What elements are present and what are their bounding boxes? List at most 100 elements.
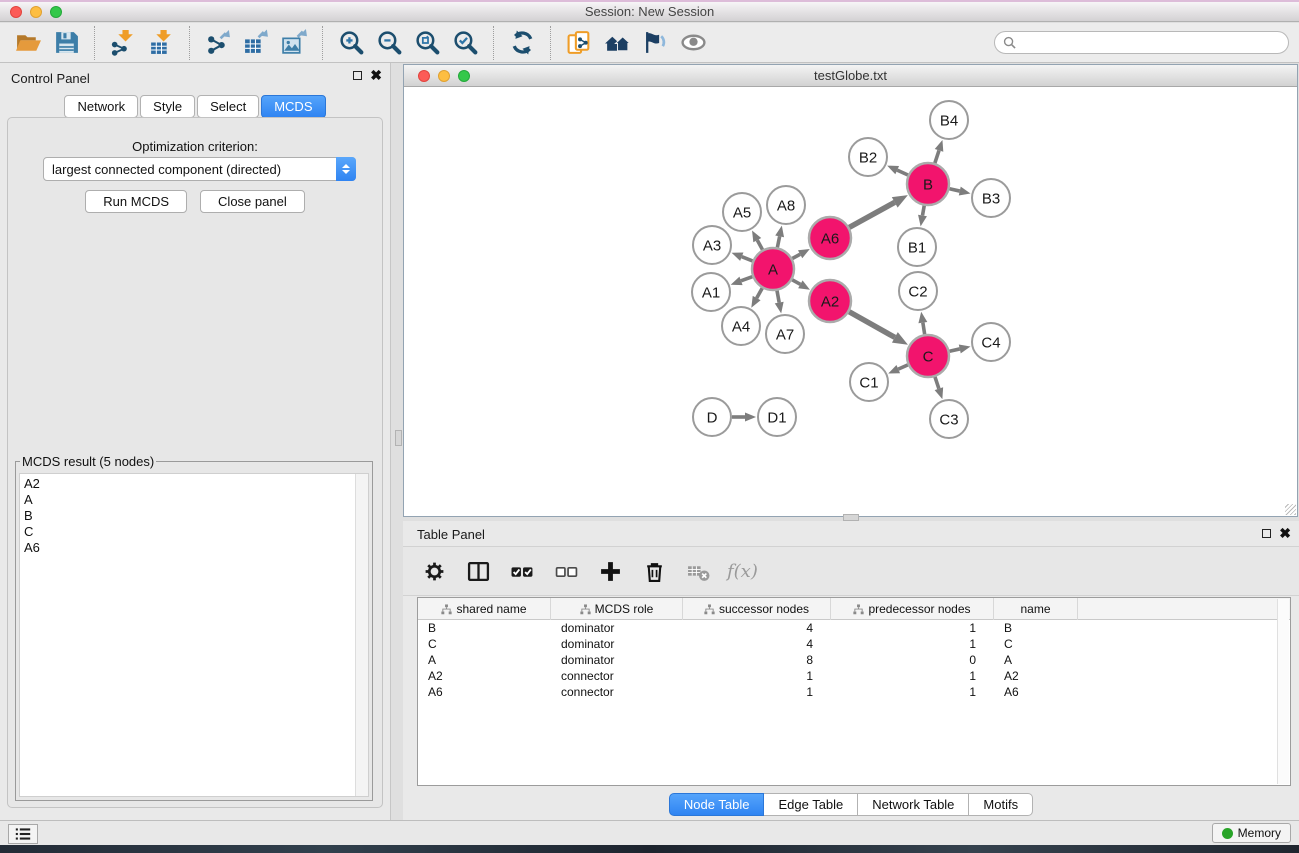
column-header-name[interactable]: name <box>994 598 1078 620</box>
graph-node-A5[interactable]: A5 <box>723 193 761 231</box>
birds-eye-view-button[interactable] <box>674 27 712 59</box>
graph-node-A3[interactable]: A3 <box>693 226 731 264</box>
import-table-button[interactable] <box>142 27 180 59</box>
task-history-button[interactable] <box>8 824 38 844</box>
graph-node-label: B2 <box>859 150 877 167</box>
graph-node-A1[interactable]: A1 <box>692 273 730 311</box>
zoom-out-button[interactable] <box>370 27 408 59</box>
graph-node-A6[interactable]: A6 <box>809 217 851 259</box>
network-window-titlebar[interactable]: testGlobe.txt <box>404 65 1297 87</box>
deselect-all-button[interactable] <box>547 553 585 589</box>
table-scrollbar[interactable] <box>1277 599 1289 784</box>
memory-button[interactable]: Memory <box>1212 823 1291 843</box>
graph-node-B4[interactable]: B4 <box>930 101 968 139</box>
gear-icon <box>423 560 446 583</box>
column-header-predecessor-nodes[interactable]: predecessor nodes <box>831 598 994 620</box>
graph-edge-B-B2 <box>887 166 908 175</box>
graph-node-A[interactable]: A <box>752 248 794 290</box>
close-panel-button[interactable]: Close panel <box>200 190 305 213</box>
table-row-a2[interactable]: A2connector11A2 <box>418 668 1290 684</box>
graph-node-D[interactable]: D <box>693 398 731 436</box>
float-table-panel-icon[interactable] <box>1262 529 1271 538</box>
graph-node-A4[interactable]: A4 <box>722 307 760 345</box>
graph-node-C2[interactable]: C2 <box>899 272 937 310</box>
graph-node-A7[interactable]: A7 <box>766 315 804 353</box>
graphics-details-button[interactable] <box>636 27 674 59</box>
import-network-button[interactable] <box>104 27 142 59</box>
table-row-c[interactable]: Cdominator41C <box>418 636 1290 652</box>
eye-icon <box>680 29 707 56</box>
session-group <box>0 26 94 60</box>
horizontal-splitter-handle[interactable] <box>843 514 859 521</box>
graph-node-C3[interactable]: C3 <box>930 400 968 438</box>
table-row-b[interactable]: Bdominator41B <box>418 620 1290 636</box>
tab-mcds[interactable]: MCDS <box>261 95 325 118</box>
result-scrollbar[interactable] <box>355 474 368 796</box>
search-box[interactable] <box>994 31 1289 54</box>
select-all-button[interactable] <box>503 553 541 589</box>
graph-node-A8[interactable]: A8 <box>767 186 805 224</box>
zoom-in-button[interactable] <box>332 27 370 59</box>
tab-node-table[interactable]: Node Table <box>669 793 765 816</box>
graph-node-C4[interactable]: C4 <box>972 323 1010 361</box>
graph-node-B[interactable]: B <box>907 163 949 205</box>
export-image-icon <box>281 29 308 56</box>
graph-edge-B-B1 <box>918 206 927 227</box>
graph-node-A2[interactable]: A2 <box>809 280 851 322</box>
tab-select[interactable]: Select <box>197 95 259 118</box>
cell-shared-name: C <box>418 636 551 652</box>
folder-open-icon <box>15 29 42 56</box>
graph-node-B1[interactable]: B1 <box>898 228 936 266</box>
copy-network-button[interactable] <box>560 27 598 59</box>
zoom-in-icon <box>338 29 365 56</box>
column-header-mcds-role[interactable]: MCDS role <box>551 598 683 620</box>
export-image-button[interactable] <box>275 27 313 59</box>
table-row-a6[interactable]: A6connector11A6 <box>418 684 1290 700</box>
search-input[interactable] <box>1021 36 1280 50</box>
table-options-button[interactable] <box>415 553 453 589</box>
network-canvas[interactable]: B4 B2 B B3 A8A5 A6 A3 B1 A C2 A1 A2 A4A7 C4 C C1 D D1 C3 <box>404 87 1297 515</box>
export-network-button[interactable] <box>199 27 237 59</box>
apply-layout-button[interactable] <box>503 27 541 59</box>
open-session-button[interactable] <box>9 27 47 59</box>
tab-network-table[interactable]: Network Table <box>858 793 969 816</box>
run-mcds-button[interactable]: Run MCDS <box>85 190 187 213</box>
vertical-splitter-handle[interactable] <box>395 430 402 446</box>
column-header-shared-name[interactable]: shared name <box>418 598 551 620</box>
show-columns-button[interactable] <box>459 553 497 589</box>
cell-name: C <box>994 636 1078 652</box>
graph-node-B2[interactable]: B2 <box>849 138 887 176</box>
resize-grip[interactable] <box>1285 504 1296 515</box>
zoom-fit-button[interactable] <box>408 27 446 59</box>
function-builder-button[interactable]: f(x) <box>723 561 758 582</box>
mcds-result-fieldset: MCDS result (5 nodes) A2ABCA6 <box>15 454 373 801</box>
graph-node-C1[interactable]: C1 <box>850 363 888 401</box>
float-panel-icon[interactable] <box>353 71 362 80</box>
add-column-button[interactable] <box>591 553 629 589</box>
cell-successor-nodes: 4 <box>683 620 831 636</box>
zoom-selected-button[interactable] <box>446 27 484 59</box>
tab-edge-table[interactable]: Edge Table <box>764 793 858 816</box>
zoom-group <box>322 26 493 60</box>
delete-table-button[interactable] <box>679 553 717 589</box>
table-row-a[interactable]: Adominator80A <box>418 652 1290 668</box>
graph-node-C[interactable]: C <box>907 335 949 377</box>
close-table-panel-icon[interactable]: ✖ <box>1279 528 1291 538</box>
tab-motifs[interactable]: Motifs <box>969 793 1033 816</box>
optimization-criterion-dropdown[interactable]: largest connected component (directed) <box>43 157 356 181</box>
tab-network[interactable]: Network <box>64 95 138 118</box>
dropdown-stepper-icon <box>336 157 356 181</box>
column-header-successor-nodes[interactable]: successor nodes <box>683 598 831 620</box>
cell-mcds-role: dominator <box>551 636 683 652</box>
save-session-button[interactable] <box>47 27 85 59</box>
delete-column-button[interactable] <box>635 553 673 589</box>
graph-node-label: C2 <box>908 284 927 301</box>
attribute-type-icon <box>853 604 864 615</box>
tab-style[interactable]: Style <box>140 95 195 118</box>
graph-node-D1[interactable]: D1 <box>758 398 796 436</box>
graph-node-B3[interactable]: B3 <box>972 179 1010 217</box>
attribute-type-icon <box>580 604 591 615</box>
export-table-button[interactable] <box>237 27 275 59</box>
close-panel-icon[interactable]: ✖ <box>370 70 382 80</box>
home-views-button[interactable] <box>598 27 636 59</box>
